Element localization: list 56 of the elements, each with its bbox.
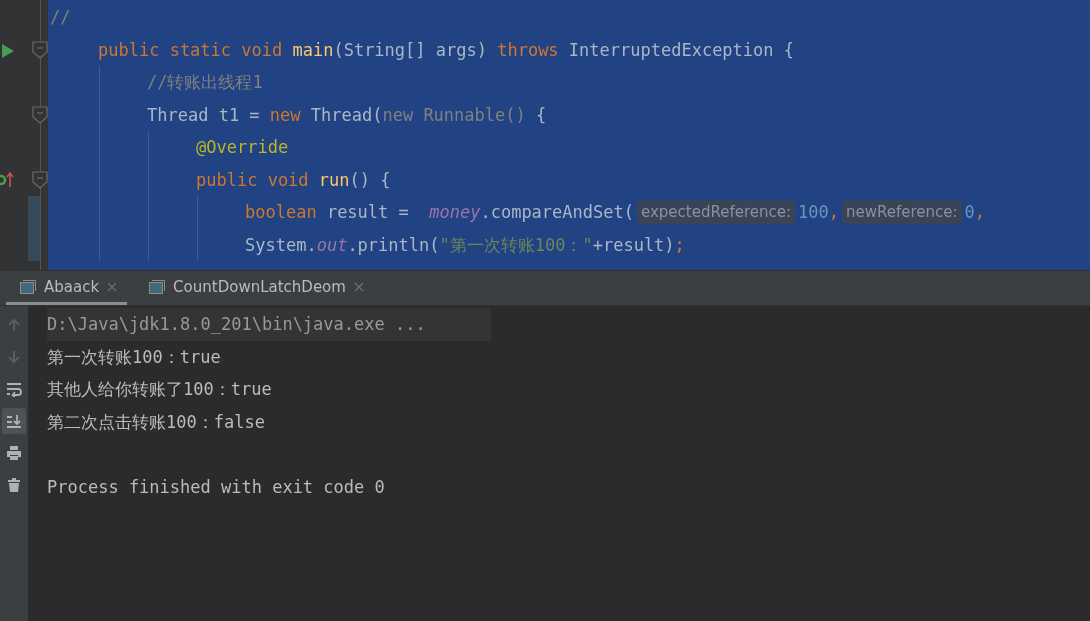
code-text: Thread t1 = [147, 103, 261, 127]
field-name: money [429, 201, 481, 224]
code-text: (String[] args) [333, 38, 488, 62]
run-tab[interactable]: CountDownLatchDeom [135, 271, 374, 305]
printer-icon [6, 445, 22, 461]
wrap-lines-icon [6, 381, 22, 397]
code-text: new Runnable() [382, 103, 527, 127]
keyword: throws [497, 38, 560, 62]
keyword: , [828, 201, 839, 224]
keyword: , [974, 201, 986, 224]
command-line: D:\Java\jdk1.8.0_201\bin\java.exe ... [47, 314, 426, 334]
keyword: public void [196, 168, 310, 192]
scroll-to-end-button[interactable] [2, 408, 26, 434]
annotation: @Override [196, 136, 289, 159]
close-icon[interactable] [107, 281, 118, 292]
string-literal: "第一次转账100： [439, 233, 583, 257]
trash-icon [6, 477, 22, 493]
console-output: 第一次转账100：true [47, 346, 221, 367]
keyword: boolean [245, 201, 318, 224]
fold-icon[interactable] [32, 170, 48, 189]
code-text: result = [326, 201, 410, 224]
field-name: out [316, 233, 348, 257]
code-text: .println( [347, 233, 440, 257]
implements-icon[interactable] [0, 169, 14, 188]
parameter-hint: newReference: [842, 200, 962, 225]
number-literal: 100 [798, 201, 829, 224]
down-arrow-icon [6, 349, 22, 365]
up-arrow-icon [6, 317, 22, 333]
close-icon[interactable] [353, 281, 364, 292]
fold-icon[interactable] [32, 40, 48, 59]
run-icon[interactable] [2, 43, 14, 58]
run-tab[interactable]: Abaack [6, 271, 128, 305]
code-text: InterruptedException { [568, 38, 794, 62]
parameter-hint: expectedReference: [636, 200, 796, 225]
console-icon [20, 279, 36, 294]
code-comment: // [50, 6, 71, 29]
code-text: System. [245, 233, 317, 257]
code-text: .compareAndSet( [480, 201, 634, 224]
fold-icon[interactable] [32, 105, 48, 124]
code-text: Thread( [310, 103, 383, 127]
string-literal: " [582, 233, 593, 257]
function-name: run [318, 168, 350, 192]
code-text: +result) [592, 233, 675, 257]
console-output: 其他人给你转账了100：true [47, 379, 272, 399]
console-output: 第二次点击转账100：false [47, 411, 265, 432]
code-text: { [535, 103, 547, 127]
code-comment: //转账出线程1 [147, 71, 263, 94]
exit-message: Process finished with exit code 0 [47, 476, 385, 497]
number-literal: 0 [964, 201, 975, 224]
keyword: new [269, 103, 302, 127]
scroll-down-icon [6, 413, 22, 429]
console-icon [149, 279, 166, 294]
function-name: main [292, 38, 334, 62]
code-text: () { [349, 168, 391, 192]
keyword: public static void [98, 38, 284, 62]
keyword: ; [674, 233, 685, 257]
